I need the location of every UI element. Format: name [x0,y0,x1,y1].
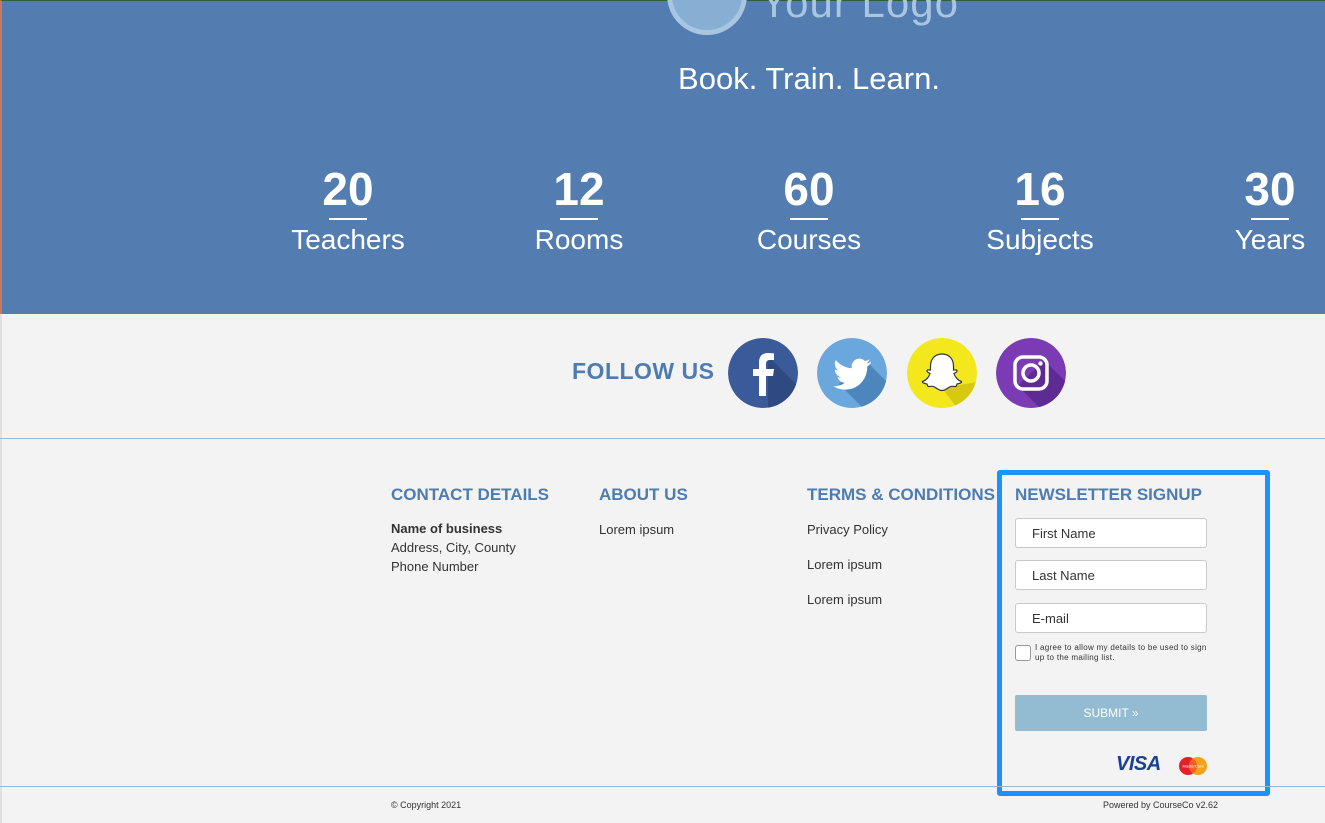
stat-years: 30 Years [1190,161,1325,256]
hero-banner: Your Logo Book. Train. Learn. 20 Teacher… [0,0,1325,314]
instagram-icon[interactable] [996,338,1066,408]
business-phone: Phone Number [391,559,479,574]
last-name-input[interactable] [1015,560,1207,590]
business-address: Address, City, County [391,540,516,555]
business-name: Name of business [391,521,503,536]
stat-number: 30 [1244,163,1296,215]
stat-divider [1251,218,1289,220]
stat-rooms: 12 Rooms [499,161,659,256]
visa-icon: VISA [1116,753,1161,775]
powered-by-text: Powered by CourseCo v2.62 [1103,800,1219,810]
stat-number: 12 [553,163,605,215]
consent-text: I agree to allow my details to be used t… [1035,643,1207,662]
stat-label: Subjects [986,224,1094,255]
page-edge [0,314,2,823]
stat-label: Teachers [291,224,405,255]
logo-icon [667,0,747,35]
about-link[interactable]: Lorem ipsum [599,522,674,537]
section-divider [0,438,1325,439]
follow-us-label: FOLLOW US [572,358,715,384]
privacy-policy-link[interactable]: Privacy Policy [807,522,888,537]
copyright-text: © Copyright 2021 [391,800,462,810]
about-us-heading: ABOUT US [599,485,688,504]
snapchat-icon[interactable] [907,338,977,408]
stat-teachers: 20 Teachers [268,161,428,256]
terms-link[interactable]: Lorem ipsum [807,557,882,572]
newsletter-heading: NEWSLETTER SIGNUP [1015,485,1203,504]
stat-divider [329,218,367,220]
logo-text: Your Logo [760,0,959,26]
stat-number: 60 [783,163,835,215]
first-name-input[interactable] [1015,518,1207,548]
terms-heading: TERMS & CONDITIONS [807,485,995,504]
contact-details-heading: CONTACT DETAILS [391,485,550,504]
stat-divider [1021,218,1059,220]
stat-divider [790,218,828,220]
stat-number: 20 [322,163,374,215]
submit-button[interactable]: SUBMIT » [1015,695,1207,731]
stat-label: Years [1234,224,1306,255]
terms-link[interactable]: Lorem ipsum [807,592,882,607]
stat-divider [560,218,598,220]
facebook-icon[interactable] [728,338,798,408]
mastercard-text: MasterCard [1183,764,1204,769]
stat-courses: 60 Courses [729,161,889,256]
stat-label: Rooms [534,224,624,255]
mastercard-icon: MasterCard [1179,757,1207,775]
footer-divider [0,786,1325,787]
contact-details-block: Name of business Address, City, County P… [391,519,516,576]
consent-checkbox[interactable] [1015,645,1031,661]
twitter-icon[interactable] [817,338,887,408]
email-input[interactable] [1015,603,1207,633]
stat-subjects: 16 Subjects [960,161,1120,256]
stat-number: 16 [1014,163,1066,215]
tagline: Book. Train. Learn. [678,61,940,96]
stat-label: Courses [756,224,862,255]
